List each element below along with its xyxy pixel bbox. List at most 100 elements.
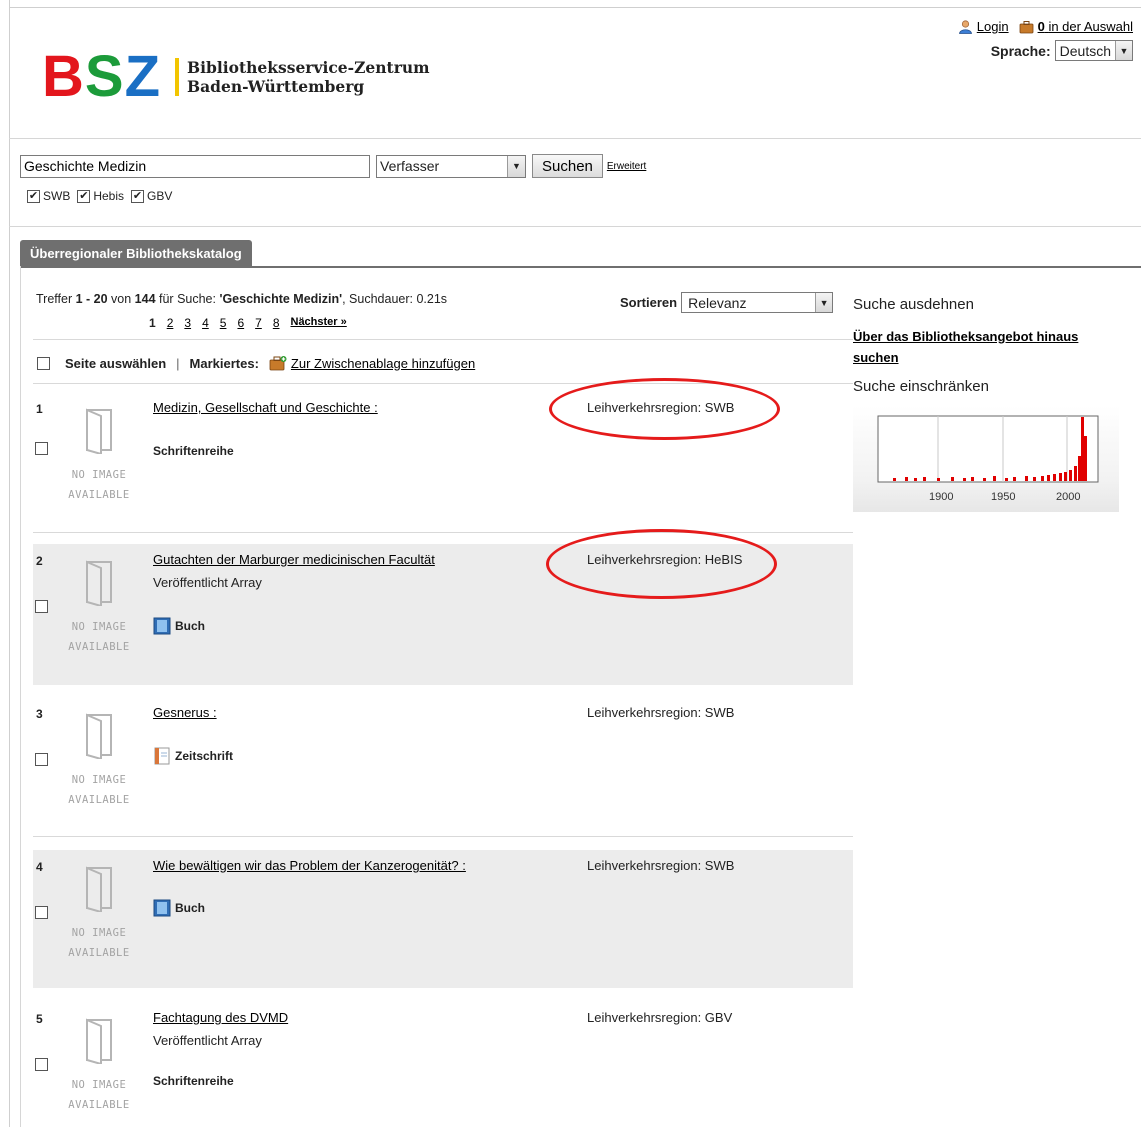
page-frame-top [9,7,1141,8]
source-label-hebis: Hebis [93,189,125,203]
select-page-checkbox[interactable] [37,356,50,370]
book-icon [153,899,171,917]
sort-select[interactable]: Relevanz ▼ [681,292,834,313]
summary-to: 20 [93,292,108,306]
page-7-link[interactable]: 7 [255,316,262,330]
pagination: 1 2 3 4 5 6 7 8 Nächster » [149,316,358,330]
histogram-tick: 2000 [1056,491,1081,503]
page-4-link[interactable]: 4 [202,316,209,330]
no-image-text: NO IMAGE [71,469,127,481]
language-label: Sprache: [990,42,1051,59]
checkbox-swb[interactable]: ✔ [27,189,40,203]
result-title-link[interactable]: Gutachten der Marburger medicinischen Fa… [153,552,435,567]
result-number: 3 [36,707,43,721]
next-page-link[interactable]: Nächster » [291,316,347,330]
page-6-link[interactable]: 6 [237,316,244,330]
result-type-label: Schriftenreihe [153,1074,234,1088]
clipboard-add-icon [269,356,287,371]
tab-catalog[interactable]: Überregionaler Bibliothekskatalog [20,240,252,267]
select-page-label: Seite auswählen [65,355,167,371]
summary-of: von [107,292,135,306]
advanced-search-link[interactable]: Erweitert [607,161,646,172]
result-type: Schriftenreihe [153,1074,234,1088]
no-image-placeholder: NO IMAGE AVAILABLE [59,558,139,657]
result-type-label: Zeitschrift [175,749,234,763]
logo-text-line2: Baden-Württemberg [187,77,365,96]
add-to-clipboard-link[interactable]: Zur Zwischenablage hinzufügen [291,356,475,371]
no-image-placeholder: NO IMAGE AVAILABLE [59,711,139,810]
chevron-down-icon: ▼ [815,293,833,312]
checkbox-hebis[interactable]: ✔ [77,189,91,203]
result-checkbox[interactable] [35,1058,48,1071]
annotation-ellipse [549,378,780,440]
result-checkbox[interactable] [35,600,48,613]
no-image-text: NO IMAGE [71,621,127,633]
door-placeholder-icon [86,866,112,914]
result-checkbox[interactable] [35,753,48,766]
result-checkbox[interactable] [35,442,48,455]
search-input[interactable] [20,154,370,178]
summary-prefix: Treffer [36,292,76,306]
checkbox-gbv[interactable]: ✔ [131,189,145,203]
no-image-text: NO IMAGE [71,774,127,786]
result-type: Buch [153,899,205,917]
book-icon [153,617,171,635]
result-number: 4 [36,860,43,874]
selection-bar: Seite auswählen | Markiertes: Zur Zwisch… [37,355,475,371]
source-filters: ✔ SWB ✔ Hebis ✔ GBV [27,189,176,203]
result-title-link[interactable]: Gesnerus : [153,705,217,720]
page-3-link[interactable]: 3 [184,316,191,330]
no-image-placeholder: NO IMAGE AVAILABLE [59,406,139,505]
selection-cart-link[interactable]: 0 in der Auswahl [1038,19,1133,34]
header-user-area: Login 0 in der Auswahl Sprache: Deutsch … [958,19,1133,61]
expand-search-link[interactable]: Über das Bibliotheksangebot hinaus suche… [853,326,1083,368]
page-8-link[interactable]: 8 [273,316,280,330]
logo-text-line1: Bibliotheksservice-Zentrum [187,58,430,77]
result-type-label: Buch [175,901,205,915]
source-label-swb: SWB [43,189,71,203]
page-5-link[interactable]: 5 [220,316,227,330]
result-title-link[interactable]: Medizin, Gesellschaft und Geschichte : [153,400,378,415]
cart-label: in der Auswahl [1048,19,1133,34]
door-placeholder-icon [86,408,112,456]
logo-letter-s: S [84,44,125,109]
year-histogram[interactable]: 1900 1950 2000 [853,406,1119,512]
divider [33,339,853,340]
result-title-link[interactable]: Wie bewältigen wir das Problem der Kanze… [153,858,466,873]
result-checkbox[interactable] [35,906,48,919]
logo-letters: BSZ [42,48,161,106]
search-bar: Verfasser ▼ Suchen Erweitert [20,154,646,178]
result-type: Schriftenreihe [153,444,234,458]
result-number: 5 [36,1012,43,1026]
briefcase-icon [1019,20,1033,33]
result-number: 1 [36,402,43,416]
result-type-label: Buch [175,619,205,633]
search-button[interactable]: Suchen [532,154,603,178]
separator: | [176,355,180,371]
result-title-link[interactable]: Fachtagung des DVMD [153,1010,288,1025]
tab-underline [20,266,1141,268]
summary-duration: , Suchdauer: 0.21s [342,292,448,306]
bsz-logo[interactable]: BSZ Bibliotheksservice-Zentrum Baden-Wür… [42,48,430,106]
logo-letter-b: B [42,44,85,109]
summary-for: für Suche: [155,292,220,306]
login-link[interactable]: Login [977,19,1009,34]
sort-control: Sortieren Relevanz ▼ [620,292,834,313]
page-1-current: 1 [149,316,156,330]
expand-search-heading: Suche ausdehnen [853,296,974,313]
header-divider [9,138,1141,139]
cart-count: 0 [1037,19,1045,34]
marked-label: Markiertes: [189,355,259,371]
page-frame-left [9,0,10,1127]
page-2-link[interactable]: 2 [167,316,174,330]
no-image-text: NO IMAGE [71,1079,127,1091]
source-label-gbv: GBV [147,189,173,203]
result-region: Leihverkehrsregion: SWB [587,858,735,873]
histogram-tick: 1900 [929,491,954,503]
search-field-select[interactable]: Verfasser ▼ [376,154,526,178]
available-text: AVAILABLE [68,641,130,653]
journal-icon [154,747,170,765]
language-select[interactable]: Deutsch ▼ [1054,40,1133,61]
available-text: AVAILABLE [68,1099,130,1111]
histogram-chart [877,415,1099,483]
